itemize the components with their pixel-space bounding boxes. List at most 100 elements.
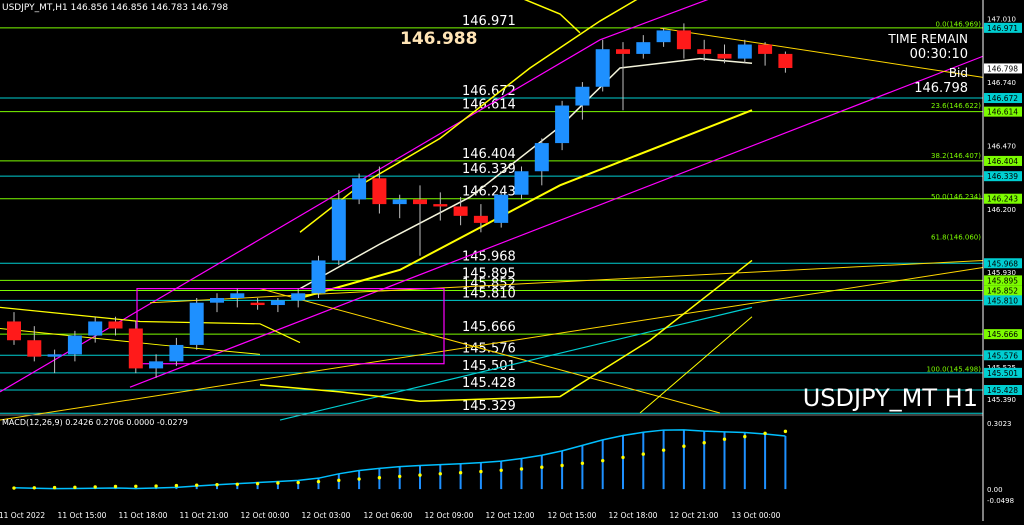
price-tag-label: 146.798 xyxy=(987,64,1018,73)
level-label: 146.339 xyxy=(462,162,516,177)
level-label: 145.666 xyxy=(462,320,516,335)
macd-signal-dot xyxy=(398,474,402,479)
macd-signal-dot xyxy=(93,485,97,489)
candle-body xyxy=(636,42,651,54)
macd-signal-dot xyxy=(560,463,564,468)
bid-label: Bid xyxy=(949,66,968,80)
bid-value: 146.798 xyxy=(914,81,968,96)
symbol-watermark: USDJPY_MT H1 xyxy=(803,384,978,412)
candle-body xyxy=(697,49,712,54)
time-tick-label: 12 Oct 00:00 xyxy=(241,511,290,520)
macd-signal-dot xyxy=(499,468,503,473)
price-chart: 146.971 146.672 146.614 146.404 146.339 146.2… xyxy=(0,0,1024,521)
price-tick-label: 145.390 xyxy=(987,396,1016,404)
symbol-header: USDJPY_MT,H1 146.856 146.856 146.783 146… xyxy=(2,3,228,13)
level-label: 146.971 xyxy=(462,14,516,29)
fib-label: 61.8(146.060) xyxy=(931,234,981,242)
macd-signal-dot xyxy=(580,461,585,466)
macd-signal-dot xyxy=(377,476,382,480)
candle-body xyxy=(108,321,123,329)
macd-signal-dot xyxy=(255,481,260,486)
candle-body xyxy=(453,206,468,216)
candle-body xyxy=(250,302,265,306)
candle-body xyxy=(473,215,488,223)
price-tag-label: 145.428 xyxy=(987,386,1018,395)
candle-body xyxy=(595,49,610,87)
price-tick-label: 146.470 xyxy=(987,142,1016,150)
candle-body xyxy=(270,300,285,306)
macd-signal-dot xyxy=(540,465,544,469)
level-label: 145.428 xyxy=(462,376,516,391)
fib-label: 0.0(146.969) xyxy=(935,20,981,28)
price-tag-label: 146.971 xyxy=(987,24,1018,33)
candle-body xyxy=(7,321,21,341)
candle-body xyxy=(352,178,367,200)
price-tag-label: 146.339 xyxy=(987,172,1018,181)
macd-signal-dot xyxy=(154,484,158,488)
macd-signal-dot xyxy=(783,429,788,434)
macd-tick-label: 0.3023 xyxy=(987,420,1012,428)
chart-root: 146.971 146.672 146.614 146.404 146.339 146.2… xyxy=(0,0,1024,521)
price-tick-label: 147.010 xyxy=(987,16,1016,24)
macd-signal-dot xyxy=(134,484,138,488)
level-label: 145.501 xyxy=(462,359,516,374)
macd-signal-dot xyxy=(621,455,625,460)
candle-body xyxy=(413,199,427,205)
macd-signal-dot xyxy=(215,483,219,487)
price-tag-label: 145.895 xyxy=(987,276,1018,285)
candle-body xyxy=(47,354,62,357)
candle-body xyxy=(656,30,671,43)
candle-body xyxy=(210,297,224,303)
candle-body xyxy=(616,49,630,54)
current-price-big: 146.988 xyxy=(400,29,477,49)
candle-body xyxy=(331,199,346,261)
macd-signal-dot xyxy=(479,469,483,474)
price-tag-label: 146.672 xyxy=(987,94,1018,103)
macd-signal-dot xyxy=(438,472,442,476)
macd-signal-dot xyxy=(682,444,686,448)
candle-body xyxy=(758,44,773,54)
time-tick-label: 13 Oct 00:00 xyxy=(732,511,781,520)
price-tag-label: 145.576 xyxy=(987,351,1018,360)
price-tag-label: 146.614 xyxy=(987,108,1018,117)
price-tag-label: 145.666 xyxy=(987,330,1018,339)
candle-body xyxy=(575,86,590,106)
fib-label: 38.2(146.407) xyxy=(931,152,981,160)
macd-signal-dot xyxy=(763,431,767,436)
price-tag-label: 146.404 xyxy=(987,157,1018,166)
macd-signal-dot xyxy=(641,452,645,456)
macd-signal-dot xyxy=(235,482,239,486)
time-tick-label: 12 Oct 03:00 xyxy=(302,511,351,520)
time-tick-label: 11 Oct 18:00 xyxy=(119,511,168,520)
time-tick-label: 12 Oct 06:00 xyxy=(364,511,413,520)
time-tick-label: 12 Oct 12:00 xyxy=(486,511,535,520)
macd-signal-dot xyxy=(195,483,199,487)
candle-body xyxy=(149,361,164,369)
macd-label: MACD(12,26,9) 0.2426 0.2706 0.0000 -0.02… xyxy=(2,418,188,427)
candle-body xyxy=(88,321,103,336)
macd-signal-dot xyxy=(702,441,706,445)
price-tag-label: 146.243 xyxy=(987,195,1018,204)
macd-signal-dot xyxy=(73,485,77,490)
candle-body xyxy=(555,105,570,144)
time-remain-label: TIME REMAIN xyxy=(887,32,968,46)
candle-body xyxy=(128,328,143,369)
candle-body xyxy=(737,44,752,59)
time-remain-value: 00:30:10 xyxy=(910,47,968,62)
macd-signal-dot xyxy=(32,486,36,490)
fib-label: 50.0(146.234) xyxy=(931,193,981,201)
candle-body xyxy=(494,194,509,223)
candle-body xyxy=(372,178,387,205)
time-tick-label: 11 Oct 2022 xyxy=(0,511,45,520)
candle-body xyxy=(778,53,793,68)
candle-body xyxy=(311,260,326,294)
candle-body xyxy=(169,344,184,362)
macd-signal-dot xyxy=(357,477,361,481)
macd-signal-dot xyxy=(458,471,463,475)
macd-signal-dot xyxy=(12,486,16,490)
candle-body xyxy=(392,199,407,205)
level-label: 145.810 xyxy=(462,286,516,301)
candle-body xyxy=(27,340,42,357)
fib-label: 23.6(146.622) xyxy=(931,102,981,110)
time-tick-label: 12 Oct 15:00 xyxy=(548,511,597,520)
